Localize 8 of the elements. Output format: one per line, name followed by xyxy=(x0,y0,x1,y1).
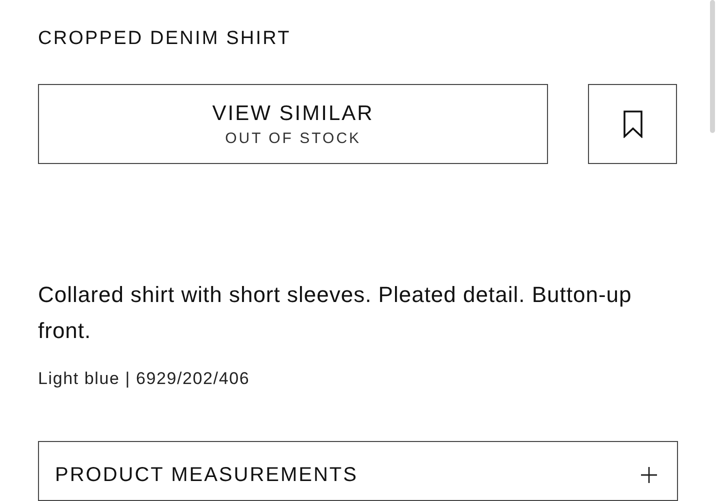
color-and-reference: Light blue | 6929/202/406 xyxy=(38,369,251,389)
product-title: CROPPED DENIM SHIRT xyxy=(38,27,292,51)
scrollbar[interactable] xyxy=(710,0,715,133)
product-description: Collared shirt with short sleeves. Pleated detail. Button-up front. xyxy=(38,281,633,345)
bookmark-button[interactable] xyxy=(588,84,677,164)
accordion-header[interactable]: PRODUCT MEASUREMENTS xyxy=(38,441,678,501)
view-similar-button[interactable]: VIEW SIMILAR OUT OF STOCK xyxy=(38,84,548,164)
bookmark-icon xyxy=(622,110,643,138)
